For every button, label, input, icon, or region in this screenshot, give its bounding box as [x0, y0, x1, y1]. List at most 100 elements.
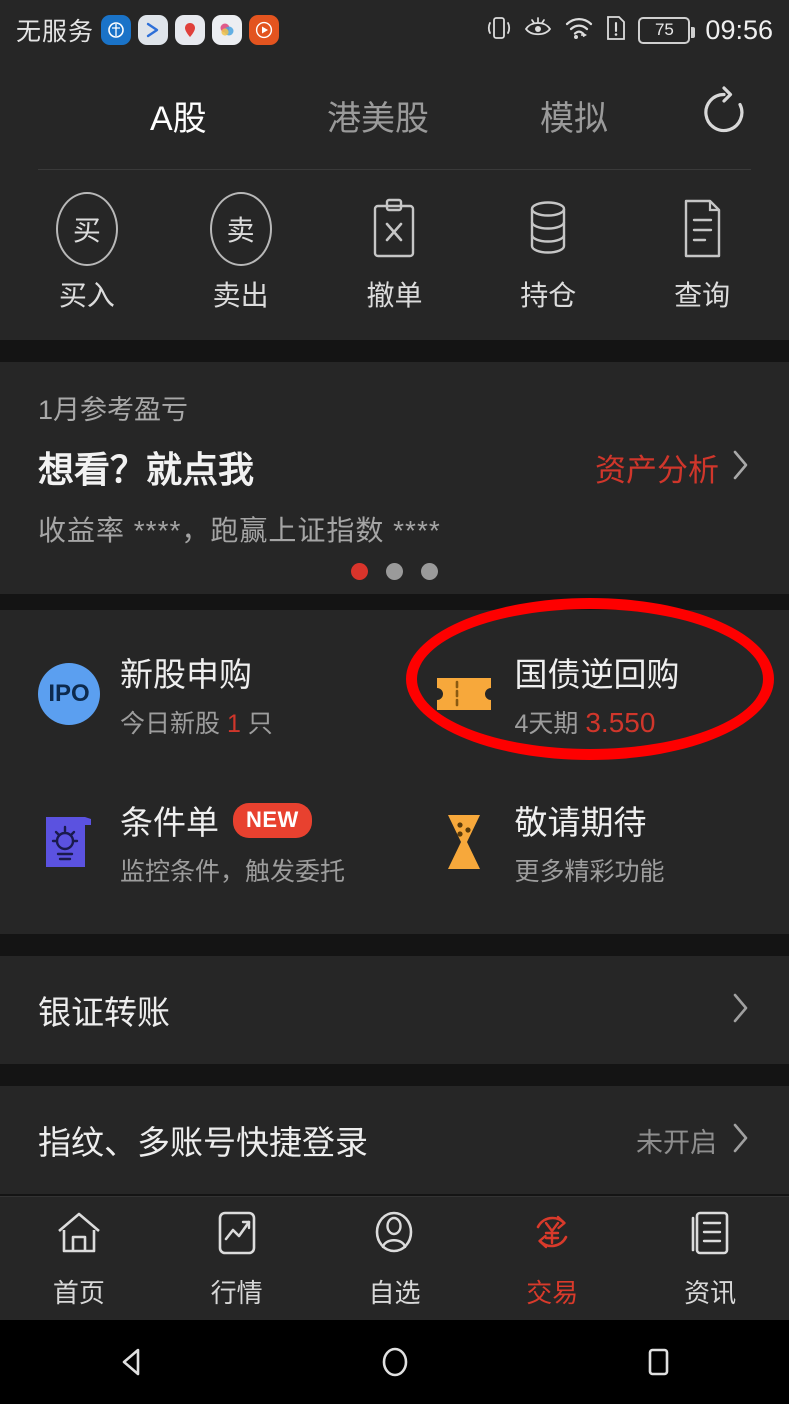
app-icon-play: [249, 15, 280, 45]
buy-circle-icon: 买: [55, 192, 118, 266]
tab-a-shares[interactable]: A股: [150, 91, 207, 140]
app-icon-blue: [101, 15, 132, 45]
feature-texts: 新股申购 今日新股 1 只: [120, 648, 273, 740]
feature-new-share-subscription[interactable]: IPO 新股申购 今日新股 1 只: [0, 620, 395, 768]
action-cancel-order-label: 撤单: [366, 280, 423, 311]
phone-screen: 无服务 75 09:56 A股 港美股 模拟 买 买入 卖 卖出 撤单 持仓 查…: [0, 0, 789, 1404]
sim-alert-icon: [605, 14, 627, 47]
app-icon-pin: [175, 15, 206, 45]
chevron-right-icon: [731, 448, 751, 487]
section-divider-2: [0, 594, 789, 610]
conditional-order-bulb-icon: [38, 811, 100, 873]
feature-conditional-order[interactable]: 条件单 NEW 监控条件，触发委托: [0, 768, 395, 916]
query-document-icon: [674, 196, 730, 262]
carousel-dot-3[interactable]: [421, 563, 438, 580]
ipo-icon-text: IPO: [48, 680, 90, 707]
feature-title-row: 国债逆回购: [515, 648, 680, 696]
section-divider-4: [0, 1064, 789, 1086]
battery-indicator: 75: [638, 16, 696, 44]
feature-texts: 敬请期待 更多精彩功能: [515, 796, 665, 888]
recents-square-icon[interactable]: [598, 1342, 718, 1382]
news-icon: [684, 1207, 736, 1264]
app-icon-color: [212, 15, 243, 45]
action-buy-label: 买入: [58, 280, 115, 311]
back-triangle-icon[interactable]: [72, 1342, 192, 1382]
section-divider-1: [0, 340, 789, 362]
action-buy[interactable]: 买 买入: [17, 192, 157, 314]
section-divider-3: [0, 934, 789, 956]
nav-item-watchlist[interactable]: 自选: [324, 1207, 464, 1310]
tab-hk-us-shares[interactable]: 港美股: [327, 91, 429, 140]
row-fingerprint-login-value: 未开启: [636, 1127, 717, 1158]
home-circle-icon[interactable]: [335, 1342, 455, 1382]
asset-analysis-link[interactable]: 资产分析: [595, 445, 751, 490]
android-navigation-bar: [0, 1320, 789, 1404]
row-bank-transfer-right: [731, 991, 751, 1030]
market-tab-bar: A股 港美股 模拟: [0, 60, 789, 170]
carrier-label: 无服务: [16, 18, 95, 46]
feature-sub-count: 1: [226, 710, 241, 738]
status-badge-new: NEW: [233, 802, 312, 838]
carousel-dot-2[interactable]: [386, 563, 403, 580]
feature-sub-prefix: 4天期: [514, 710, 586, 738]
feature-title-row: 敬请期待: [515, 796, 665, 844]
profit-loss-card[interactable]: 1月参考盈亏 想看？就点我 资产分析 收益率 ****，跑赢上证指数 ****: [0, 362, 789, 594]
positions-stack-icon: [520, 196, 576, 262]
row-bank-transfer[interactable]: 银证转账: [0, 956, 789, 1064]
row-fingerprint-login-right: 未开启: [636, 1121, 751, 1160]
feature-texts: 国债逆回购 4天期 3.550: [515, 648, 680, 740]
action-cancel-order[interactable]: 撤单: [324, 196, 464, 314]
app-icon-arrow: [138, 15, 169, 45]
pnl-period-label: 1月参考盈亏: [38, 395, 189, 425]
feature-sub-prefix: 今日新股: [120, 710, 227, 738]
feature-subtitle: 更多精彩功能: [514, 858, 665, 886]
tab-simulation[interactable]: 模拟: [540, 91, 608, 140]
carousel-dot-1[interactable]: [351, 563, 368, 580]
nav-item-news-label: 资讯: [684, 1278, 737, 1308]
feature-title: 条件单: [120, 804, 219, 841]
refresh-icon[interactable]: [697, 86, 751, 145]
hourglass-icon: [433, 811, 495, 873]
buy-glyph: 买: [72, 215, 101, 246]
chevron-right-icon: [731, 991, 751, 1030]
pnl-description: 收益率 ****，跑赢上证指数 ****: [38, 515, 441, 546]
feature-title: 国债逆回购: [514, 656, 680, 693]
nav-item-home[interactable]: 首页: [9, 1207, 149, 1310]
feature-title: 敬请期待: [514, 804, 647, 841]
nav-item-quotes-label: 行情: [210, 1278, 263, 1308]
pnl-title: 想看？就点我: [38, 449, 255, 490]
bond-ticket-icon: [433, 663, 495, 725]
bottom-navigation: 首页 行情 自选 交易 资讯: [0, 1196, 789, 1320]
nav-item-trade[interactable]: 交易: [482, 1207, 622, 1310]
home-icon: [53, 1207, 105, 1264]
action-positions[interactable]: 持仓: [478, 196, 618, 314]
nav-item-home-label: 首页: [52, 1278, 105, 1308]
nav-item-trade-label: 交易: [526, 1278, 579, 1308]
nav-item-news[interactable]: 资讯: [640, 1207, 780, 1310]
feature-title-row: 新股申购: [120, 648, 273, 696]
status-bar-clock: 09:56: [705, 14, 773, 45]
chevron-right-icon: [731, 1121, 751, 1160]
feature-subtitle: 4天期 3.550: [515, 704, 680, 740]
trade-yen-refresh-icon: [526, 1207, 578, 1264]
feature-row-2: 条件单 NEW 监控条件，触发委托 敬请期待 更多精彩功能: [0, 768, 789, 916]
feature-sub-suffix: 只: [240, 710, 273, 738]
feature-texts: 条件单 NEW 监控条件，触发委托: [120, 796, 345, 888]
sell-circle-icon: 卖: [209, 192, 272, 266]
repo-rate-value: 3.550: [585, 707, 656, 738]
nav-item-quotes[interactable]: 行情: [167, 1207, 307, 1310]
carousel-dots: [38, 563, 751, 586]
pnl-main-row: 想看？就点我 资产分析: [38, 441, 751, 493]
action-query-label: 查询: [674, 280, 731, 311]
feature-title: 新股申购: [120, 656, 252, 693]
feature-coming-soon[interactable]: 敬请期待 更多精彩功能: [395, 768, 789, 916]
asset-analysis-label: 资产分析: [595, 452, 719, 488]
eye-comfort-icon: [523, 16, 553, 45]
trade-action-row: 买 买入 卖 卖出 撤单 持仓 查询: [0, 170, 789, 340]
action-query[interactable]: 查询: [632, 196, 772, 314]
feature-reverse-repo[interactable]: 国债逆回购 4天期 3.550: [395, 620, 789, 768]
feature-subtitle: 监控条件，触发委托: [120, 858, 346, 886]
action-sell[interactable]: 卖 卖出: [171, 192, 311, 314]
row-bank-transfer-label: 银证转账: [38, 994, 170, 1031]
row-fingerprint-login[interactable]: 指纹、多账号快捷登录 未开启: [0, 1086, 789, 1194]
